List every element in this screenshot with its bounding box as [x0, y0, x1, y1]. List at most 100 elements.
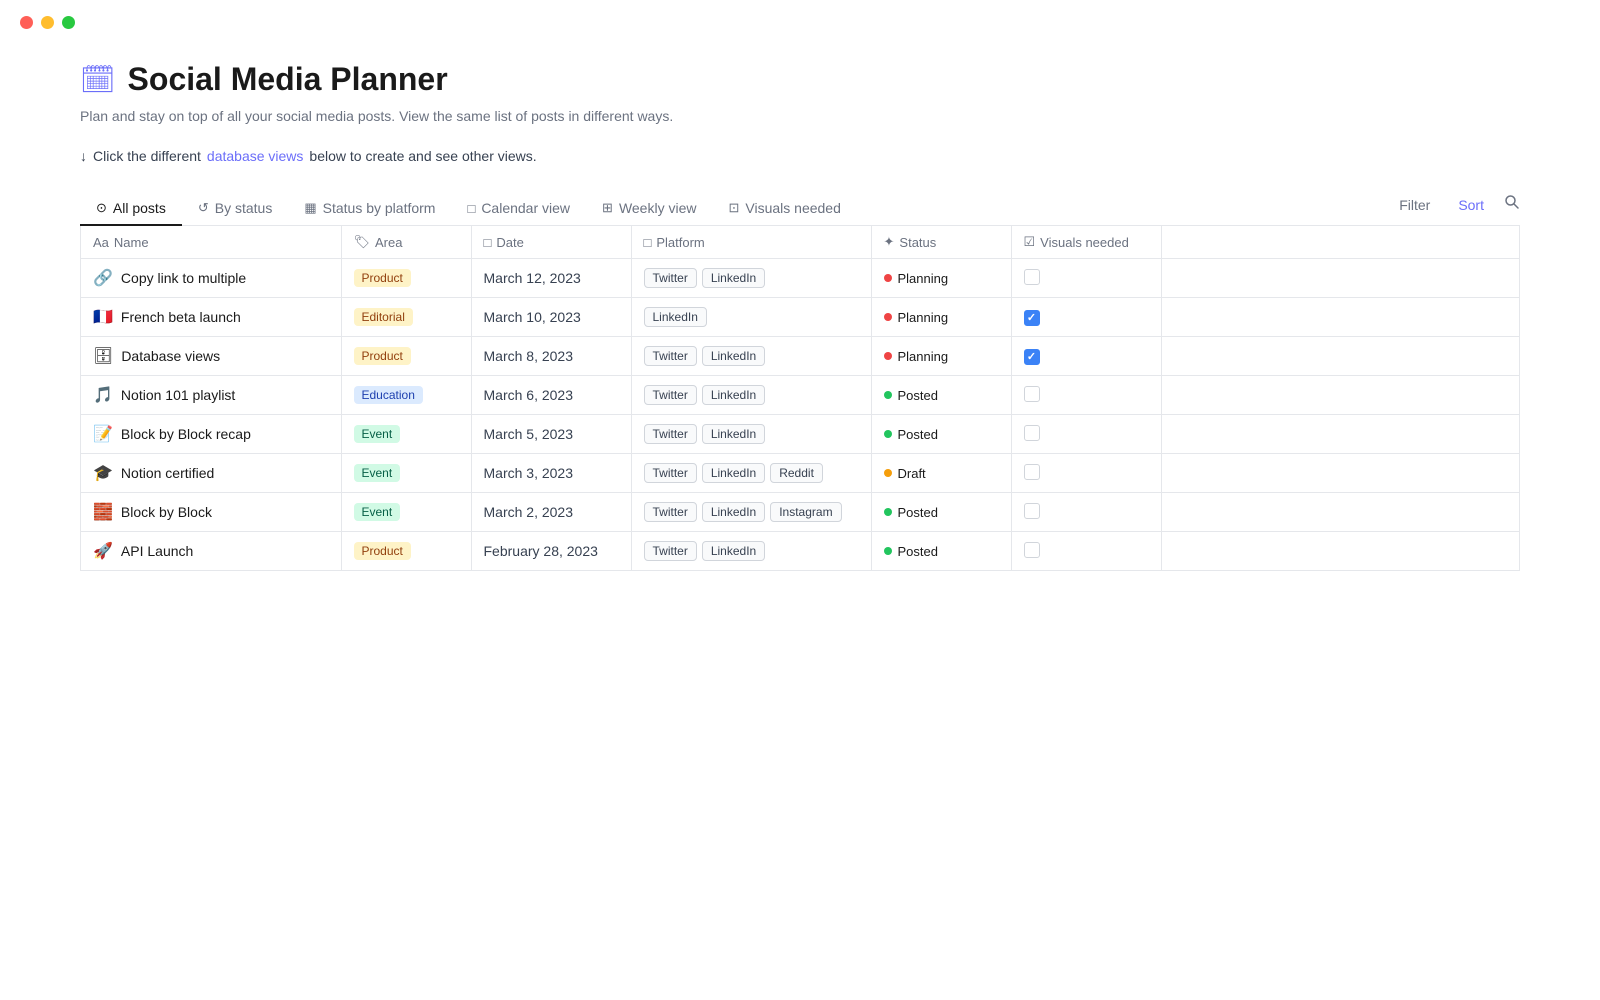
platform-tag[interactable]: LinkedIn	[702, 463, 765, 483]
close-button[interactable]	[20, 16, 33, 29]
status-dot	[884, 430, 892, 438]
platform-tag[interactable]: LinkedIn	[702, 541, 765, 561]
row-4-name[interactable]: 📝 Block by Block recap	[81, 415, 341, 454]
visuals-checkbox[interactable]	[1024, 542, 1040, 558]
search-button[interactable]	[1504, 194, 1520, 215]
row-3-date: March 6, 2023	[471, 376, 631, 415]
platform-tag[interactable]: LinkedIn	[644, 307, 707, 327]
row-2-extra	[1161, 337, 1519, 376]
platform-tag[interactable]: Twitter	[644, 463, 697, 483]
platform-tag[interactable]: LinkedIn	[702, 385, 765, 405]
row-emoji: 🇫🇷	[93, 307, 113, 327]
row-name-text: API Launch	[121, 543, 193, 559]
row-4-area: Event	[341, 415, 471, 454]
row-emoji: 🚀	[93, 541, 113, 561]
row-name-text: Block by Block recap	[121, 426, 251, 442]
row-6-name[interactable]: 🧱Block by Block	[81, 493, 341, 532]
status-label: Posted	[898, 427, 938, 442]
sort-button[interactable]: Sort	[1450, 193, 1492, 217]
table-row[interactable]: 🧱Block by BlockEventMarch 2, 2023Twitter…	[81, 493, 1519, 532]
row-3-area: Education	[341, 376, 471, 415]
col-header-visuals: ☑ Visuals needed	[1011, 226, 1161, 259]
visuals-checkbox[interactable]	[1024, 464, 1040, 480]
platform-tag[interactable]: LinkedIn	[702, 502, 765, 522]
row-emoji: 📝	[93, 424, 113, 444]
platform-tag[interactable]: LinkedIn	[702, 268, 765, 288]
by-status-icon: ↺	[198, 200, 209, 216]
row-2-name[interactable]: 🗄Database views	[81, 337, 341, 376]
minimize-button[interactable]	[41, 16, 54, 29]
platform-tag[interactable]: LinkedIn	[702, 346, 765, 366]
table-row[interactable]: 🔗 Copy link to multiple Product March 12, 2…	[81, 259, 1519, 298]
area-badge: Product	[354, 542, 411, 560]
col-header-name: Aa Name	[81, 226, 341, 259]
row-0-date: March 12, 2023	[471, 259, 631, 298]
col-header-platform: □ Platform	[631, 226, 871, 259]
row-3-name[interactable]: 🎵Notion 101 playlist	[81, 376, 341, 415]
platform-tag[interactable]: Twitter	[644, 424, 697, 444]
area-badge: Editorial	[354, 308, 413, 326]
platform-tag[interactable]: Twitter	[644, 541, 697, 561]
row-name-text: Database views	[121, 348, 220, 364]
database-views-link[interactable]: database views	[207, 148, 304, 164]
tab-all-posts-label: All posts	[113, 200, 166, 216]
row-4-platform: TwitterLinkedIn	[631, 415, 871, 454]
platform-tag[interactable]: Reddit	[770, 463, 823, 483]
hint-arrow: ↓	[80, 148, 87, 164]
filter-button[interactable]: Filter	[1391, 193, 1438, 217]
area-badge: Event	[354, 503, 401, 521]
titlebar	[0, 0, 1600, 29]
area-badge: Product	[354, 347, 411, 365]
row-1-name[interactable]: 🇫🇷French beta launch	[81, 298, 341, 337]
visuals-needed-icon: ⊡	[728, 200, 739, 216]
row-7-status: Posted	[871, 532, 1011, 571]
tab-visuals-needed[interactable]: ⊡ Visuals needed	[712, 192, 856, 226]
row-1-extra	[1161, 298, 1519, 337]
tab-status-by-platform[interactable]: ▦ Status by platform	[288, 192, 451, 226]
row-5-date: March 3, 2023	[471, 454, 631, 493]
tab-weekly-view[interactable]: ⊞ Weekly view	[586, 192, 712, 226]
tab-by-status[interactable]: ↺ By status	[182, 192, 289, 226]
status-dot	[884, 352, 892, 360]
platform-tag[interactable]: Instagram	[770, 502, 841, 522]
visuals-col-icon: ☑	[1024, 234, 1036, 250]
platform-tag[interactable]: Twitter	[644, 385, 697, 405]
visuals-checkbox[interactable]	[1024, 386, 1040, 402]
row-emoji: 🔗	[93, 268, 113, 288]
platform-tag[interactable]: LinkedIn	[702, 424, 765, 444]
area-badge: Product	[354, 269, 411, 287]
platform-tag[interactable]: Twitter	[644, 502, 697, 522]
col-header-area: 🏷 Area	[341, 226, 471, 259]
platform-col-icon: □	[644, 235, 652, 250]
row-3-status: Posted	[871, 376, 1011, 415]
row-name-text: Copy link to multiple	[121, 270, 246, 286]
visuals-checkbox[interactable]	[1024, 349, 1040, 365]
row-5-name[interactable]: 🎓Notion certified	[81, 454, 341, 493]
visuals-checkbox[interactable]	[1024, 503, 1040, 519]
row-7-name[interactable]: 🚀 API Launch	[81, 532, 341, 571]
table-row[interactable]: 🗄Database viewsProductMarch 8, 2023Twitt…	[81, 337, 1519, 376]
table-row[interactable]: 📝Block by Block recapEventMarch 5, 2023T…	[81, 415, 1519, 454]
visuals-checkbox[interactable]	[1024, 425, 1040, 441]
table-row[interactable]: 🚀API LaunchProductFebruary 28, 2023Twitt…	[81, 532, 1519, 571]
table-row[interactable]: 🇫🇷French beta launchEditorialMarch 10, 2…	[81, 298, 1519, 337]
status-dot	[884, 469, 892, 477]
status-label: Planning	[898, 271, 949, 286]
status-label: Draft	[898, 466, 926, 481]
maximize-button[interactable]	[62, 16, 75, 29]
tab-weekly-view-label: Weekly view	[619, 200, 697, 216]
tab-all-posts[interactable]: ⊙ All posts	[80, 192, 182, 226]
platform-tag[interactable]: Twitter	[644, 268, 697, 288]
status-label: Planning	[898, 349, 949, 364]
table-row[interactable]: 🎓Notion certifiedEventMarch 3, 2023Twitt…	[81, 454, 1519, 493]
platform-tag[interactable]: Twitter	[644, 346, 697, 366]
table-row[interactable]: 🎵Notion 101 playlistEducationMarch 6, 20…	[81, 376, 1519, 415]
tab-calendar-view[interactable]: □ Calendar view	[451, 192, 586, 226]
col-header-extra	[1161, 226, 1519, 259]
visuals-checkbox[interactable]	[1024, 269, 1040, 285]
row-6-visuals	[1011, 493, 1161, 532]
status-label: Posted	[898, 505, 938, 520]
row-0-name[interactable]: 🔗 Copy link to multiple	[81, 259, 341, 298]
row-emoji: 🧱	[93, 502, 113, 522]
visuals-checkbox[interactable]	[1024, 310, 1040, 326]
